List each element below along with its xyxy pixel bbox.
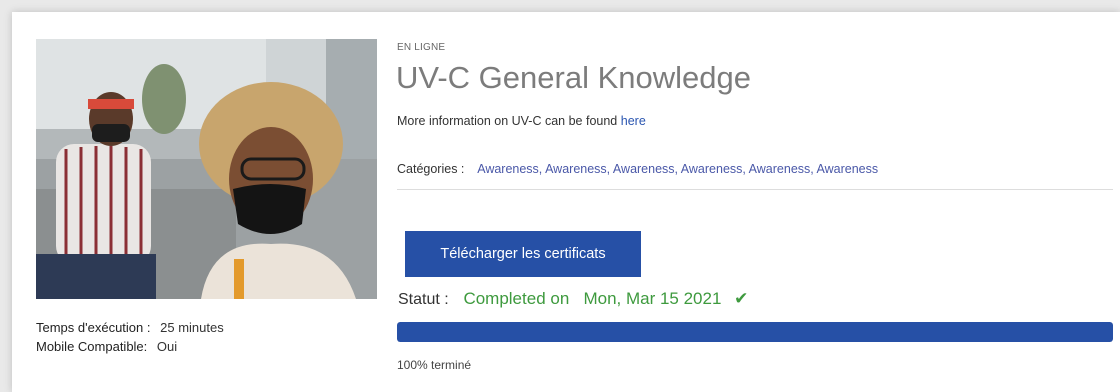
categories-list[interactable]: Awareness, Awareness, Awareness, Awarene…	[477, 162, 878, 176]
course-title: UV-C General Knowledge	[396, 60, 751, 95]
mobile-row: Mobile Compatible: Oui	[36, 339, 224, 354]
progress-fill	[397, 322, 1113, 342]
duration-value: 25 minutes	[160, 320, 224, 335]
mobile-label: Mobile Compatible:	[36, 339, 148, 354]
course-meta: Temps d'exécution : 25 minutes Mobile Co…	[36, 320, 224, 358]
info-text: More information on UV-C can be found	[397, 114, 618, 128]
status-label: Statut :	[398, 291, 449, 308]
info-link[interactable]: here	[621, 114, 646, 128]
progress-bar	[397, 322, 1113, 342]
categories-label: Catégories :	[397, 162, 465, 176]
status-line: Statut : Completed on Mon, Mar 15 2021 ✔	[398, 289, 748, 309]
duration-row: Temps d'exécution : 25 minutes	[36, 320, 224, 335]
progress-text: 100% terminé	[397, 358, 472, 372]
duration-label: Temps d'exécution :	[36, 320, 151, 335]
categories: Catégories : Awareness, Awareness, Aware…	[397, 162, 878, 176]
course-card: Temps d'exécution : 25 minutes Mobile Co…	[12, 12, 1120, 392]
status-value: Completed on Mon, Mar 15 2021	[463, 289, 722, 308]
checkmark-icon: ✔	[734, 289, 749, 308]
delivery-mode: EN LIGNE	[397, 42, 446, 53]
course-image	[36, 39, 377, 299]
divider	[397, 189, 1113, 190]
info-line: More information on UV-C can be found he…	[397, 114, 646, 128]
download-certificates-button[interactable]: Télécharger les certificats	[405, 231, 641, 277]
mobile-value: Oui	[156, 339, 178, 354]
